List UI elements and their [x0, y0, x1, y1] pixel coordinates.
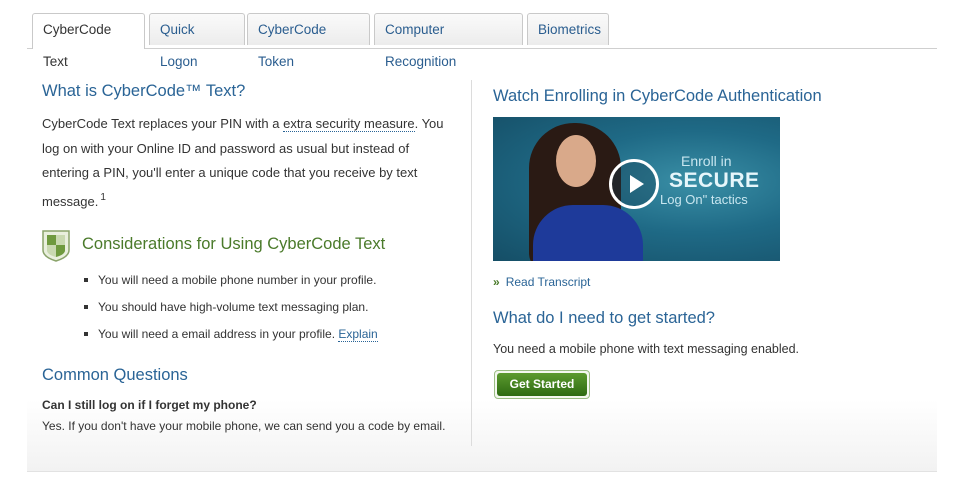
- considerations-list: You will need a mobile phone number in y…: [84, 270, 378, 351]
- video-heading: Watch Enrolling in CyberCode Authenticat…: [493, 87, 822, 105]
- requirements-text: You need a mobile phone with text messag…: [493, 342, 800, 356]
- tab-bar: CyberCode Text Quick Logon CyberCode Tok…: [27, 13, 937, 69]
- intro-text-start: CyberCode Text replaces your PIN with a: [42, 116, 284, 131]
- video-person-body: [533, 205, 643, 261]
- get-started-label: Get Started: [497, 373, 587, 396]
- bullet-text: You will need a mobile phone number in y…: [98, 273, 377, 287]
- footnote-marker[interactable]: 1: [100, 192, 106, 203]
- tab-biometrics[interactable]: Biometrics: [527, 13, 609, 45]
- bullet-text: You should have high-volume text messagi…: [98, 300, 369, 314]
- list-item: You will need a mobile phone number in y…: [84, 270, 378, 297]
- video-player[interactable]: Enroll in SECURE Log On" tactics: [493, 117, 780, 261]
- bullet-text: You will need a email address in your pr…: [98, 327, 339, 341]
- shield-icon: [42, 230, 70, 262]
- common-questions-heading: Common Questions: [42, 366, 188, 384]
- what-is-heading: What is CyberCode™ Text?: [42, 82, 246, 100]
- chevron-right-icon: »: [493, 275, 500, 289]
- list-item: You will need a email address in your pr…: [84, 324, 378, 351]
- extra-security-measure-link[interactable]: extra security measure: [283, 116, 415, 132]
- intro-paragraph: CyberCode Text replaces your PIN with a …: [42, 112, 457, 214]
- considerations-heading: Considerations for Using CyberCode Text: [82, 235, 386, 253]
- video-person-face: [556, 135, 596, 187]
- video-overlay-line1: Enroll in: [681, 153, 732, 169]
- tab-computer-recognition[interactable]: Computer Recognition: [374, 13, 523, 69]
- read-transcript-label: Read Transcript: [505, 275, 591, 289]
- column-divider: [471, 80, 472, 446]
- faq-question: Can I still log on if I forget my phone?: [42, 398, 257, 412]
- video-overlay-line3: Log On" tactics: [660, 192, 748, 207]
- tab-cybercode-token[interactable]: CyberCode Token: [247, 13, 370, 69]
- explain-link[interactable]: Explain: [338, 327, 378, 342]
- list-item: You should have high-volume text messagi…: [84, 297, 378, 324]
- tab-quick-logon[interactable]: Quick Logon: [149, 13, 245, 69]
- get-started-heading: What do I need to get started?: [493, 309, 715, 327]
- tab-cybercode-text[interactable]: CyberCode Text: [32, 13, 145, 69]
- faq-answer: Yes. If you don't have your mobile phone…: [42, 419, 446, 433]
- video-overlay-line2: SECURE: [669, 169, 760, 192]
- get-started-button[interactable]: Get Started: [494, 370, 590, 399]
- play-icon[interactable]: [609, 159, 659, 209]
- read-transcript-link[interactable]: » Read Transcript: [493, 275, 590, 289]
